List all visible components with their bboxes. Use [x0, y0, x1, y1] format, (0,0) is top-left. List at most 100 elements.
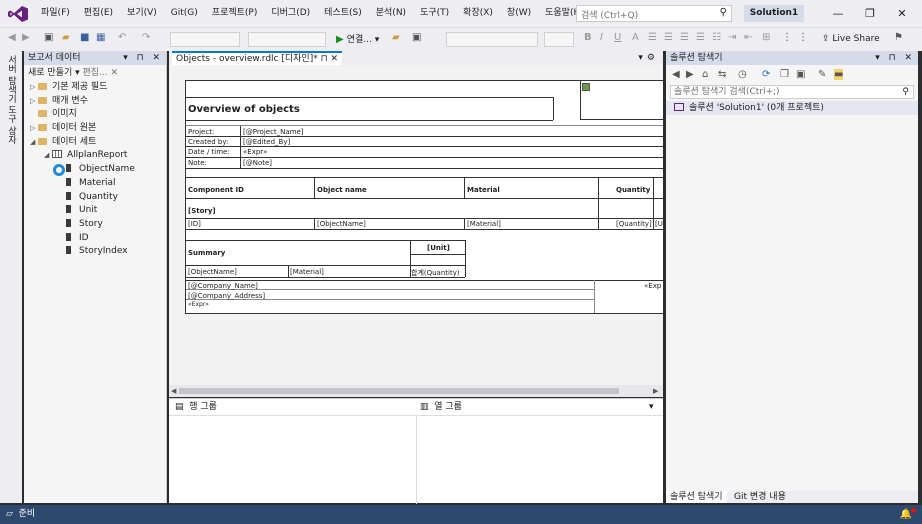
- menu-item[interactable]: 분석(N): [369, 0, 413, 27]
- outdent-icon[interactable]: ⇤: [744, 32, 752, 43]
- created-by-value[interactable]: [@Edited_By]: [243, 138, 290, 146]
- unit-cell[interactable]: [U: [655, 220, 663, 228]
- menu-item[interactable]: 창(W): [500, 0, 538, 27]
- menu-item[interactable]: 테스트(S): [317, 0, 369, 27]
- menu-item[interactable]: 편집(E): [77, 0, 120, 27]
- platform-dropdown[interactable]: [248, 32, 326, 47]
- summary-label[interactable]: Summary: [188, 249, 225, 257]
- menu-item[interactable]: Git(G): [164, 0, 205, 27]
- summary-sum-cell[interactable]: 합계(Quantity): [411, 268, 460, 278]
- object-name-cell[interactable]: [ObjectName]: [317, 220, 366, 228]
- feedback-icon[interactable]: ⚑: [894, 32, 903, 43]
- browse-icon[interactable]: ▰: [392, 32, 400, 43]
- layout-icon[interactable]: ⋮: [782, 32, 792, 43]
- scrollbar-thumb[interactable]: [179, 388, 619, 394]
- align-right-icon[interactable]: ☰: [680, 32, 689, 43]
- underline-icon[interactable]: U: [614, 32, 621, 43]
- quantity-cell[interactable]: [Quantity]: [616, 220, 652, 228]
- toolbox-tab[interactable]: 도구 상자: [4, 105, 18, 144]
- configuration-dropdown[interactable]: [170, 32, 240, 47]
- tree-item[interactable]: ◢ AllplanReport: [24, 149, 166, 163]
- forward-icon[interactable]: ▶: [686, 69, 694, 80]
- scroll-right-icon[interactable]: ▶: [653, 385, 658, 397]
- font-dropdown[interactable]: [446, 32, 538, 47]
- panel-controls[interactable]: ▾ ⊓ ✕: [123, 51, 163, 65]
- project-label[interactable]: Project:: [188, 128, 214, 136]
- menu-item[interactable]: 프로젝트(P): [205, 0, 265, 27]
- undo-icon[interactable]: ↶: [118, 32, 126, 43]
- tab-solution-explorer[interactable]: 솔루션 탐색기: [666, 491, 727, 503]
- expand-toggle-icon[interactable]: ▷: [30, 95, 38, 109]
- show-all-files-icon[interactable]: ▣: [796, 69, 805, 80]
- back-icon[interactable]: ◀: [8, 32, 16, 43]
- note-label[interactable]: Note:: [188, 159, 207, 167]
- align-center-icon[interactable]: ☰: [664, 32, 673, 43]
- search-input[interactable]: 검색 (Ctrl+Q) ⚲: [576, 5, 732, 22]
- menu-item[interactable]: 보기(V): [120, 0, 164, 27]
- minimize-button[interactable]: —: [822, 0, 854, 27]
- tree-item[interactable]: ID: [24, 232, 166, 246]
- font-size-dropdown[interactable]: [544, 32, 574, 47]
- tree-item[interactable]: Story: [24, 218, 166, 232]
- tree-item[interactable]: Material: [24, 177, 166, 191]
- menu-item[interactable]: 파일(F): [34, 0, 77, 27]
- tree-item[interactable]: StoryIndex: [24, 245, 166, 259]
- new-button[interactable]: 새로 만들기: [28, 68, 72, 78]
- close-tab-icon[interactable]: ✕: [331, 54, 339, 64]
- tree-item[interactable]: 이미지: [24, 108, 166, 122]
- tree-item[interactable]: ObjectName: [24, 163, 166, 177]
- column-header-quantity[interactable]: Quantity: [616, 186, 650, 194]
- save-all-icon[interactable]: ▦: [96, 32, 105, 43]
- pin-icon[interactable]: ⊓: [321, 54, 331, 64]
- new-project-icon[interactable]: ▣: [44, 32, 53, 43]
- column-header-object-name[interactable]: Object name: [317, 186, 367, 194]
- menu-item[interactable]: 디버그(D): [264, 0, 317, 27]
- pending-changes-icon[interactable]: ◷: [738, 69, 747, 80]
- tab-bar-controls[interactable]: ▾⚙: [638, 51, 659, 65]
- date-value[interactable]: «Expr»: [243, 148, 267, 156]
- collapse-all-icon[interactable]: ❐: [780, 69, 789, 80]
- expand-toggle-icon[interactable]: ▷: [30, 122, 38, 136]
- tab-git-changes[interactable]: Git 변경 내용: [730, 491, 790, 503]
- summary-object-name-cell[interactable]: [ObjectName]: [188, 268, 237, 276]
- scroll-left-icon[interactable]: ◀: [171, 385, 176, 397]
- bold-icon[interactable]: B: [584, 32, 592, 43]
- close-button[interactable]: ✕: [886, 0, 918, 27]
- horizontal-scrollbar[interactable]: ◀ ▶: [169, 385, 663, 397]
- report-body[interactable]: Overview of objects Project: [@Project_N…: [185, 80, 663, 314]
- start-button[interactable]: ▶ 연결... ▾: [336, 31, 379, 49]
- expand-toggle-icon[interactable]: ◢: [44, 149, 52, 163]
- column-header-material[interactable]: Material: [467, 186, 500, 194]
- date-label[interactable]: Date / time:: [188, 148, 230, 156]
- properties-icon[interactable]: ✎: [818, 69, 826, 80]
- bullets-icon[interactable]: ☷: [712, 32, 721, 43]
- document-tab[interactable]: Objects - overview.rdlc [디자인]* ⊓ ✕: [172, 51, 343, 65]
- expand-toggle-icon[interactable]: ◢: [30, 136, 38, 150]
- company-name-cell[interactable]: [@Company_Name]: [188, 282, 258, 290]
- panel-controls[interactable]: ▾ ⊓ ✕: [875, 51, 915, 65]
- menu-item[interactable]: 도구(T): [413, 0, 456, 27]
- summary-material-cell[interactable]: [Material]: [290, 268, 324, 276]
- created-by-label[interactable]: Created by:: [188, 138, 228, 146]
- tree-item[interactable]: ▷ 기본 제공 필드: [24, 81, 166, 95]
- screenshot-icon[interactable]: ▣: [412, 32, 421, 43]
- solution-explorer-search-input[interactable]: 솔루션 탐색기 검색(Ctrl+;) ⚲: [670, 85, 914, 99]
- forward-icon[interactable]: ▶: [22, 32, 30, 43]
- restore-button[interactable]: ❐: [854, 0, 886, 27]
- menu-item[interactable]: 확장(X): [456, 0, 500, 27]
- home-icon[interactable]: ⌂: [702, 69, 708, 80]
- expand-toggle-icon[interactable]: ▷: [30, 81, 38, 95]
- summary-unit-header[interactable]: [Unit]: [427, 244, 450, 252]
- redo-icon[interactable]: ↷: [142, 32, 150, 43]
- tree-item[interactable]: Unit: [24, 204, 166, 218]
- back-icon[interactable]: ◀: [672, 69, 680, 80]
- italic-icon[interactable]: I: [600, 32, 603, 43]
- switch-views-icon[interactable]: ⇆: [718, 69, 726, 80]
- edit-button[interactable]: 편집...: [83, 68, 108, 78]
- id-cell[interactable]: [ID]: [188, 220, 201, 228]
- column-header-component-id[interactable]: Component ID: [188, 186, 244, 194]
- indent-icon[interactable]: ⇥: [728, 32, 736, 43]
- grouping-options-chevron-icon[interactable]: ▾: [649, 399, 654, 415]
- live-share-button[interactable]: ⇪ Live Share: [822, 31, 880, 48]
- footer-expression-cell[interactable]: «Expr»: [188, 301, 209, 308]
